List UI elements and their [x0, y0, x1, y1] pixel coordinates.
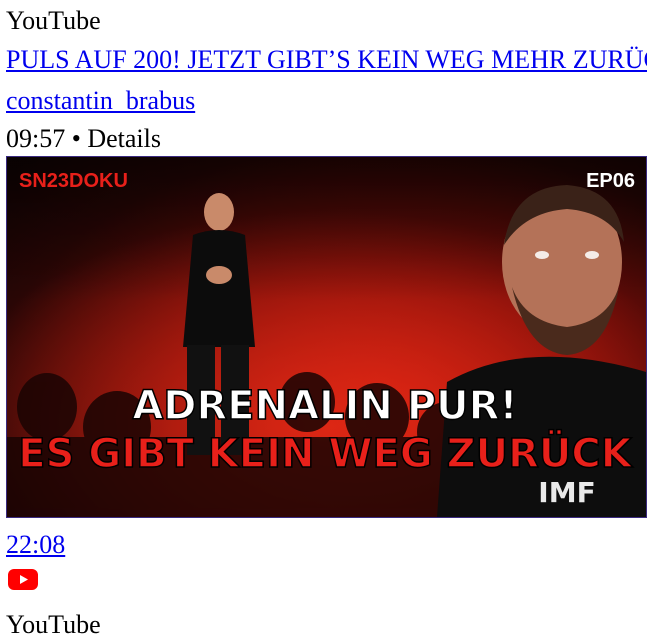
- published-time: 09:57: [6, 124, 66, 153]
- video-title-link[interactable]: PULS AUF 200! JETZT GIBT’S KEIN WEG MEHR…: [6, 45, 647, 75]
- details-label: Details: [87, 124, 161, 153]
- shirt-print: IMF: [538, 476, 595, 509]
- thumbnail-image: SN23DOKU EP06 ADRENALIN PUR! ES GIBT KEI…: [7, 157, 646, 517]
- badge-left: SN23DOKU: [19, 170, 128, 192]
- meta-separator: •: [65, 124, 88, 153]
- video-duration-link[interactable]: 22:08: [6, 530, 65, 560]
- channel-link[interactable]: constantin_brabus: [6, 86, 195, 116]
- youtube-play-icon: [8, 569, 38, 590]
- thumbnail-headline-2: ES GIBT KEIN WEG ZURÜCK: [18, 429, 633, 477]
- video-meta: 09:57 • Details: [6, 124, 161, 154]
- badge-right: EP06: [586, 170, 635, 192]
- thumbnail-headline-1: ADRENALIN PUR!: [132, 383, 517, 429]
- video-thumbnail[interactable]: SN23DOKU EP06 ADRENALIN PUR! ES GIBT KEI…: [6, 156, 647, 518]
- site-name-top: YouTube: [6, 6, 101, 35]
- site-name-bottom: YouTube: [6, 610, 101, 639]
